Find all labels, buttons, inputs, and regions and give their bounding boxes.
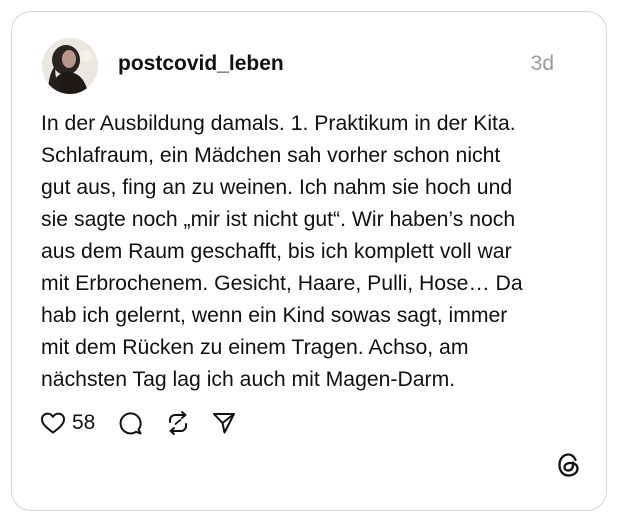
post-actions: 58 [40,408,237,438]
heart-icon [41,412,65,434]
post-text-line: mit dem Rücken zu einem Tragen. Achso, a… [41,336,469,359]
like-count: 58 [72,411,96,434]
post-text-line: Schlafraum, ein Mädchen sah vorher schon… [41,144,501,167]
post-card: postcovid_leben 3d In der Ausbildung dam… [11,11,607,511]
post-text: In der Ausbildung damals. 1. Praktikum i… [41,108,581,396]
post-timestamp: 3d [530,52,554,75]
post-text-line: mit Erbrochenem. Gesicht, Haare, Pulli, … [41,272,523,295]
share-button[interactable] [211,410,237,436]
post-text-line: gut aus, fing an zu weinen. Ich nahm sie… [41,176,513,199]
post-text-line: In der Ausbildung damals. 1. Praktikum i… [41,112,516,135]
threads-logo-icon [556,451,582,484]
post-text-line: hab ich gelernt, wenn ein Kind sowas sag… [41,304,508,327]
like-button[interactable]: 58 [40,411,117,435]
post-text-line: aus dem Raum geschafft, bis ich komplett… [41,240,512,263]
share-icon [213,413,236,434]
username[interactable]: postcovid_leben [118,52,284,76]
comment-button[interactable] [117,410,143,436]
repost-button[interactable] [165,410,191,436]
comment-icon [119,412,142,435]
avatar[interactable] [42,38,98,94]
post-text-line: sie sagte noch „mir ist nicht gut“. Wir … [41,208,516,231]
avatar-image [42,38,98,94]
post-text-line: nächsten Tag lag ich auch mit Magen-Darm… [41,368,456,391]
repost-icon [169,411,188,435]
